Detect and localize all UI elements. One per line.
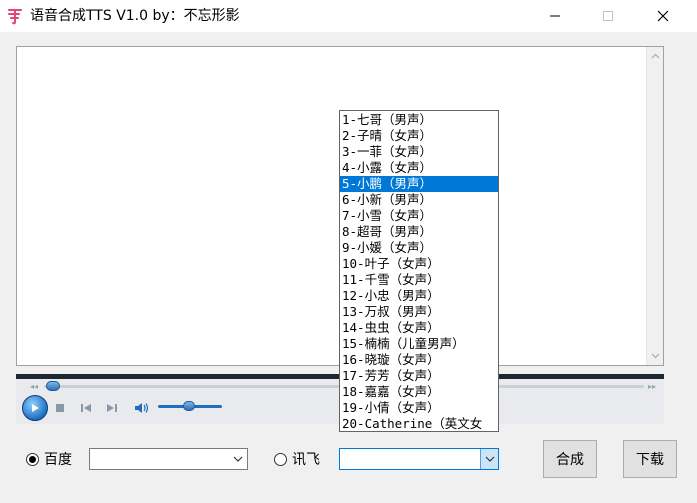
volume-thumb[interactable] [183, 401, 195, 411]
voice-option[interactable]: 19-小倩（女声） [340, 400, 498, 416]
baidu-label: 百度 [44, 452, 72, 468]
download-button[interactable]: 下载 [623, 440, 677, 478]
xunfei-radio[interactable] [274, 453, 287, 466]
voice-option[interactable]: 10-叶子（女声） [340, 256, 498, 272]
voice-option[interactable]: 6-小新（男声） [340, 192, 498, 208]
title-bar: 语音合成TTS V1.0 by：不忘形影 [0, 0, 697, 32]
baidu-dropdown-arrow[interactable] [229, 449, 247, 469]
voice-option[interactable]: 15-楠楠（儿童男声） [340, 336, 498, 352]
seek-thumb[interactable] [46, 381, 60, 391]
voice-option[interactable]: 2-子晴（女声） [340, 128, 498, 144]
scroll-down-icon[interactable] [651, 353, 660, 359]
seek-back-icon: ◂◂ [30, 382, 39, 391]
voice-option[interactable]: 13-万叔（男声） [340, 304, 498, 320]
baidu-radio-dot [29, 456, 36, 463]
synthesize-button[interactable]: 合成 [543, 440, 597, 478]
seek-forward-icon: ▸▸ [648, 382, 657, 391]
voice-option[interactable]: 18-嘉嘉（女声） [340, 384, 498, 400]
previous-icon [81, 404, 91, 412]
xunfei-label: 讯飞 [292, 452, 320, 468]
xunfei-dropdown-arrow[interactable] [480, 449, 498, 469]
play-button[interactable] [22, 395, 48, 421]
voice-option[interactable]: 5-小鹏（男声） [340, 176, 498, 192]
baidu-radio[interactable] [26, 453, 39, 466]
voice-option[interactable]: 3-一菲（女声） [340, 144, 498, 160]
minimize-icon [550, 15, 560, 17]
voice-option[interactable]: 8-超哥（男声） [340, 224, 498, 240]
text-scrollbar[interactable] [646, 47, 663, 365]
voice-option[interactable]: 20-Catherine（英文女 [340, 416, 498, 431]
maximize-button [585, 0, 631, 32]
close-icon [657, 10, 669, 22]
close-button[interactable] [640, 0, 686, 32]
chevron-down-icon [233, 456, 243, 462]
stop-button[interactable] [54, 402, 66, 414]
previous-button[interactable] [80, 402, 92, 414]
scroll-up-icon[interactable] [651, 53, 660, 59]
xunfei-voice-select[interactable] [339, 448, 499, 470]
maximize-icon [603, 11, 613, 21]
app-logo-icon [8, 9, 22, 25]
voice-option[interactable]: 16-晓璇（女声） [340, 352, 498, 368]
voice-option[interactable]: 9-小媛（女声） [340, 240, 498, 256]
voice-option[interactable]: 1-七哥（男声） [340, 112, 498, 128]
baidu-voice-select[interactable] [89, 448, 248, 470]
speaker-icon [135, 403, 149, 413]
next-icon [107, 404, 117, 412]
chevron-down-icon [485, 456, 494, 462]
next-button[interactable] [106, 402, 118, 414]
xunfei-voice-list[interactable]: 1-七哥（男声） 2-子晴（女声） 3-一菲（女声） 4-小露（女声） 5-小鹏（男声）… [339, 110, 499, 432]
minimize-button[interactable] [532, 0, 578, 32]
voice-option[interactable]: 7-小雪（女声） [340, 208, 498, 224]
voice-option[interactable]: 11-千雪（女声） [340, 272, 498, 288]
voice-option[interactable]: 12-小忠（男声） [340, 288, 498, 304]
stop-icon [56, 404, 64, 412]
voice-option[interactable]: 14-虫虫（女声） [340, 320, 498, 336]
voice-option[interactable]: 17-芳芳（女声） [340, 368, 498, 384]
window-title: 语音合成TTS V1.0 by：不忘形影 [30, 8, 240, 24]
mute-button[interactable] [134, 402, 150, 414]
voice-option[interactable]: 4-小露（女声） [340, 160, 498, 176]
play-icon [32, 404, 39, 412]
